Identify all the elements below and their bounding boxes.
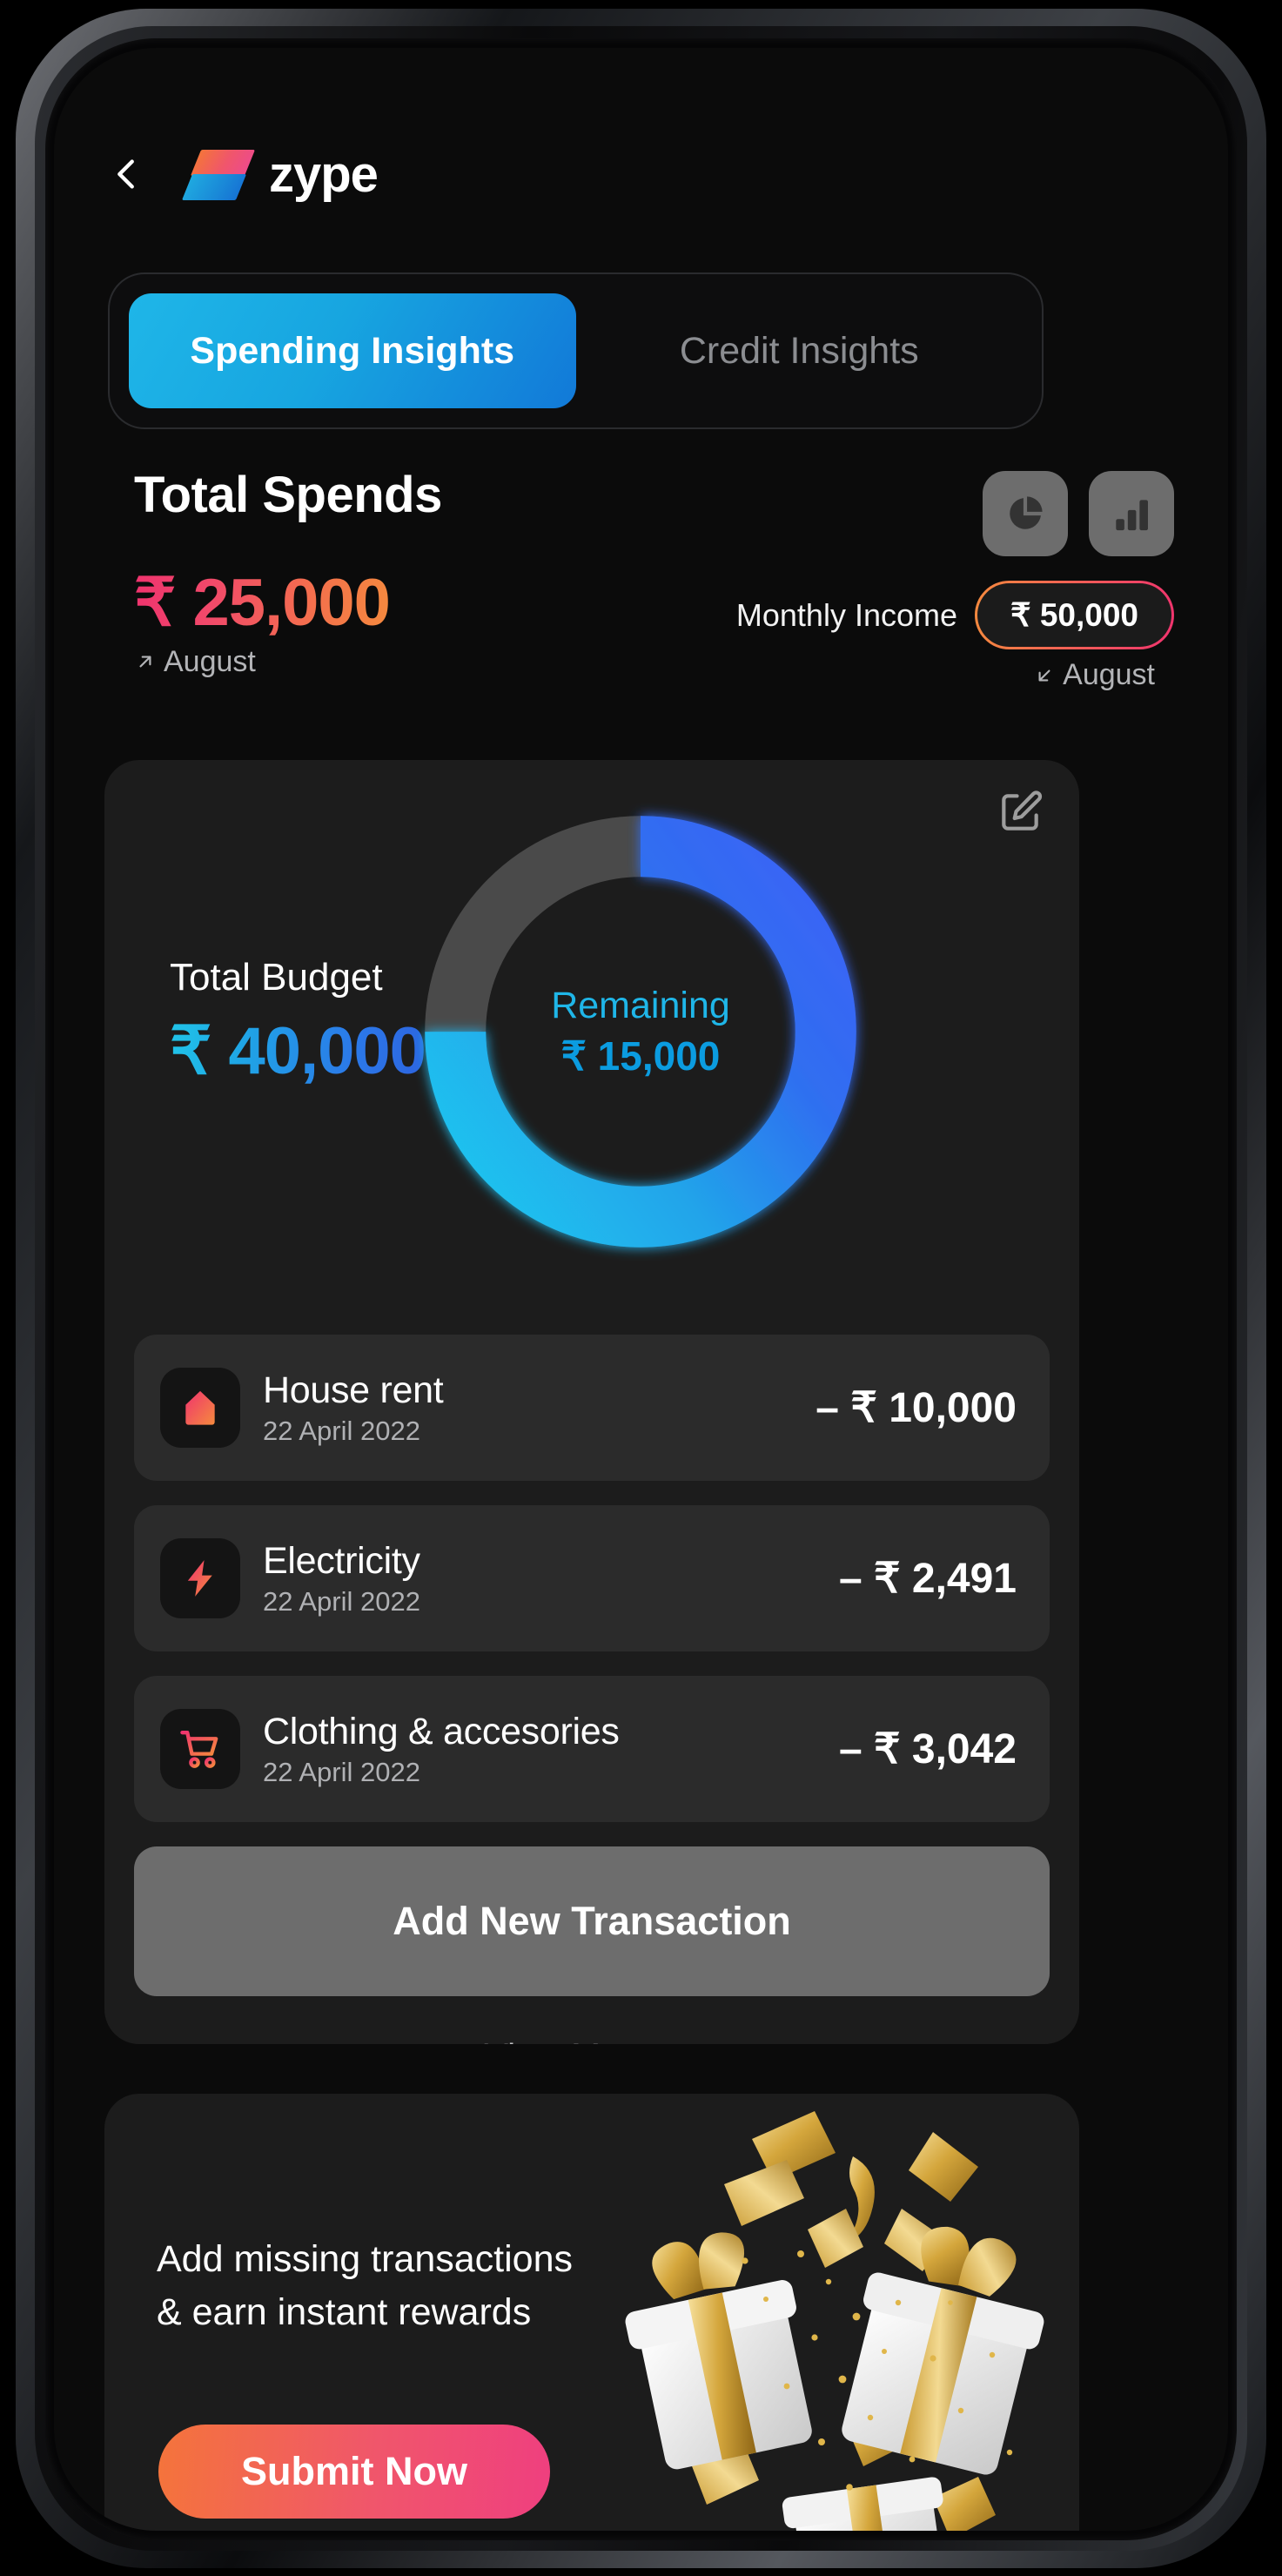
transaction-name: Electricity <box>263 1539 420 1582</box>
table-row[interactable]: House rent 22 April 2022 – ₹ 10,000 <box>134 1335 1050 1481</box>
rewards-headline: Add missing transactions & earn instant … <box>157 2238 573 2334</box>
budget-card: Total Budget ₹ 40,000 Remaining ₹ 15,000… <box>104 760 1079 2044</box>
brand-name: zype <box>269 145 379 203</box>
transaction-list: House rent 22 April 2022 – ₹ 10,000 Elec… <box>134 1335 1050 2044</box>
view-more-link[interactable]: View More <box>134 2036 1050 2044</box>
amounts-row: ₹ 25,000 August Monthly Income ₹ 50,000 <box>54 568 1228 692</box>
tab-credit-insights[interactable]: Credit Insights <box>576 293 1024 408</box>
transaction-name: House rent <box>263 1369 444 1411</box>
table-row[interactable]: Clothing & accesories 22 April 2022 – ₹ … <box>134 1676 1050 1822</box>
shopping-cart-icon <box>180 1730 218 1768</box>
brand-logo: zype <box>181 143 379 205</box>
total-spend-amount: ₹ 25,000 <box>134 566 391 640</box>
monthly-income-pill[interactable]: ₹ 50,000 <box>975 581 1174 649</box>
remaining-label: Remaining <box>551 984 730 1026</box>
tab-spending-insights[interactable]: Spending Insights <box>129 293 576 408</box>
income-block: Monthly Income ₹ 50,000 August <box>736 581 1174 692</box>
total-budget-label: Total Budget <box>170 956 383 999</box>
transaction-amount: – ₹ 2,491 <box>838 1556 1017 1602</box>
app-header: zype <box>54 118 1228 231</box>
submit-now-button[interactable]: Submit Now <box>158 2425 550 2519</box>
transaction-icon <box>160 1538 240 1618</box>
chart-type-toggles <box>983 471 1174 556</box>
page-title: Total Spends <box>134 467 442 523</box>
total-budget-block: Total Budget ₹ 40,000 <box>170 956 426 1089</box>
budget-donut-chart: Remaining ₹ 15,000 <box>397 788 884 1275</box>
transaction-icon <box>160 1368 240 1448</box>
back-button[interactable] <box>102 150 151 198</box>
zype-logo-icon <box>181 143 256 205</box>
spend-month-label: August <box>164 644 256 678</box>
remaining-value: ₹ 15,000 <box>560 1032 721 1079</box>
arrow-down-left-icon <box>1038 669 1050 681</box>
pie-chart-icon <box>1010 496 1043 529</box>
bar-chart-icon <box>1116 500 1148 531</box>
monthly-income-amount: ₹ 50,000 <box>977 583 1171 647</box>
income-month-row: August <box>1033 658 1155 692</box>
transaction-date: 22 April 2022 <box>263 1415 420 1446</box>
spend-month-row: August <box>134 645 390 679</box>
total-spends-header: Total Spends <box>54 466 1228 556</box>
transaction-text: Clothing & accesories 22 April 2022 <box>263 1711 839 1788</box>
transaction-amount: – ₹ 10,000 <box>816 1385 1017 1431</box>
add-new-transaction-button[interactable]: Add New Transaction <box>134 1846 1050 1996</box>
transaction-text: Electricity 22 April 2022 <box>263 1540 839 1618</box>
pie-chart-toggle[interactable] <box>983 471 1068 556</box>
income-month-label: August <box>1063 658 1155 691</box>
phone-screen: zype Spending Insights Credit Insights T… <box>54 48 1228 2531</box>
gift-boxes-confetti-icon <box>592 2094 1079 2531</box>
transaction-text: House rent 22 April 2022 <box>263 1369 816 1447</box>
spend-block: ₹ 25,000 August <box>134 566 391 679</box>
arrow-right-icon <box>669 2042 699 2045</box>
transaction-amount: – ₹ 3,042 <box>838 1726 1017 1772</box>
transaction-icon <box>160 1709 240 1789</box>
arrow-up-right-icon <box>139 656 151 668</box>
house-icon <box>185 1390 215 1425</box>
donut-center-labels: Remaining ₹ 15,000 <box>397 788 884 1275</box>
table-row[interactable]: Electricity 22 April 2022 – ₹ 2,491 <box>134 1505 1050 1651</box>
transaction-date: 22 April 2022 <box>263 1585 420 1617</box>
bar-chart-toggle[interactable] <box>1089 471 1174 556</box>
view-more-label: View More <box>485 2036 653 2044</box>
edit-square-icon <box>1002 790 1043 831</box>
transaction-name: Clothing & accesories <box>263 1710 620 1752</box>
transaction-date: 22 April 2022 <box>263 1756 420 1787</box>
rewards-promo-card[interactable]: Add missing transactions & earn instant … <box>104 2094 1079 2531</box>
bolt-icon <box>187 1560 212 1597</box>
edit-budget-button[interactable] <box>996 788 1044 841</box>
insights-tab-switcher: Spending Insights Credit Insights <box>108 272 1044 429</box>
chevron-left-icon <box>117 159 134 189</box>
monthly-income-label: Monthly Income <box>735 596 957 633</box>
total-budget-value: ₹ 40,000 <box>170 1012 426 1089</box>
screenshot-stage: zype Spending Insights Credit Insights T… <box>0 0 1282 2576</box>
income-line: Monthly Income ₹ 50,000 <box>736 581 1174 649</box>
